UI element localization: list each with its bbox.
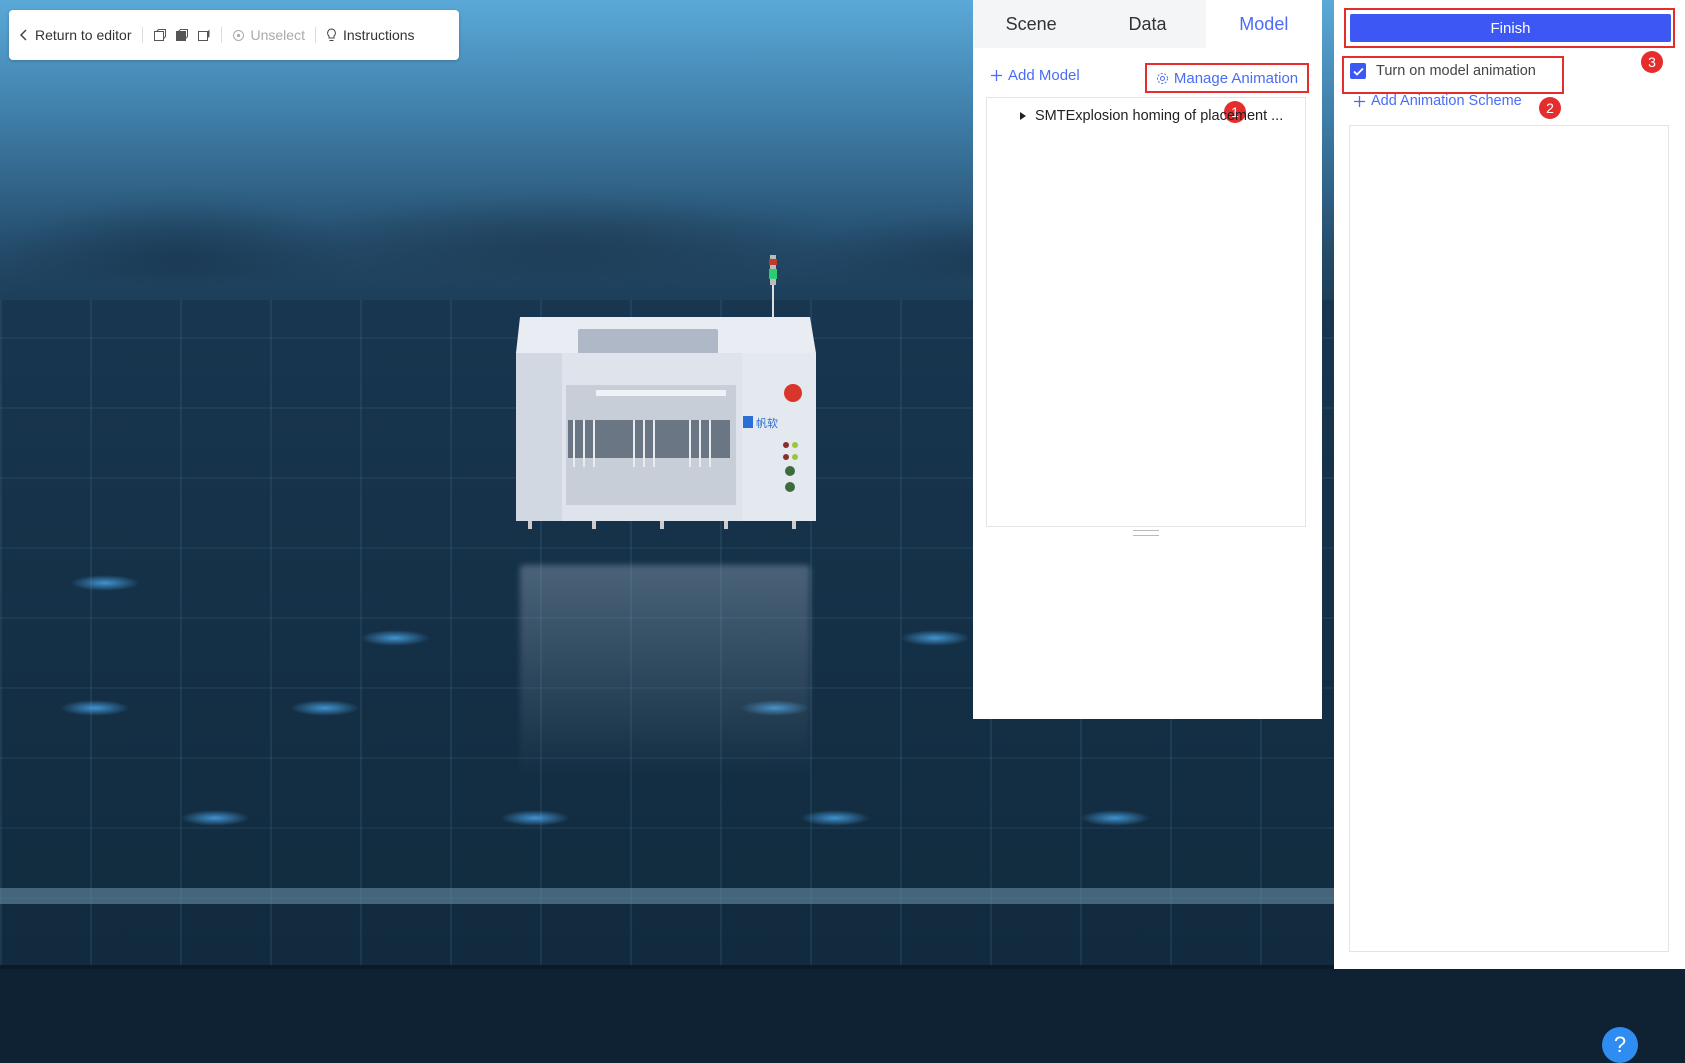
top-view-icon[interactable] — [175, 28, 189, 42]
floor-light — [500, 810, 570, 826]
add-animation-scheme-button[interactable]: Add Animation Scheme — [1354, 93, 1522, 109]
floor-light — [360, 630, 430, 646]
return-to-editor-button[interactable]: Return to editor — [9, 25, 142, 45]
instructions-button[interactable]: Instructions — [316, 25, 425, 45]
floor-light — [1080, 810, 1150, 826]
step-badge-3: 3 — [1641, 51, 1663, 73]
viewport-toolbar: Return to editor Unselect Instructions — [9, 10, 459, 60]
add-model-label: Add Model — [1008, 67, 1080, 84]
gear-icon — [1156, 72, 1168, 84]
machine-reflection — [520, 565, 810, 775]
unselect-button[interactable]: Unselect — [222, 25, 315, 45]
finish-button[interactable]: Finish — [1350, 14, 1671, 42]
check-icon — [1352, 67, 1364, 76]
unselect-label: Unselect — [250, 27, 305, 43]
scene-data-model-panel: Scene Data Model Add Model Manage Animat… — [973, 0, 1322, 719]
animation-scheme-list: ? — [1349, 125, 1669, 1063]
view-mode-group — [143, 28, 221, 42]
smt-machine-model[interactable]: 帆软 — [510, 255, 820, 570]
tree-item[interactable]: SMTExplosion homing of placement ... — [1019, 108, 1299, 124]
tab-data[interactable]: Data — [1089, 0, 1206, 48]
model-tree: SMTExplosion homing of placement ... — [986, 97, 1306, 527]
viewport-bottom-edge — [0, 965, 1334, 969]
step-badge-2: 2 — [1539, 97, 1561, 119]
floor-light — [290, 700, 360, 716]
instructions-label: Instructions — [342, 27, 415, 43]
floor-light — [180, 810, 250, 826]
manage-animation-button[interactable]: Manage Animation — [1145, 63, 1309, 93]
caret-right-icon[interactable] — [1019, 111, 1027, 121]
resize-handle[interactable] — [1133, 530, 1159, 536]
model-actions: Add Model Manage Animation — [973, 60, 1322, 93]
add-model-button[interactable]: Add Model — [991, 67, 1080, 84]
tree-item-label: SMTExplosion homing of placement ... — [1035, 108, 1284, 124]
floor-light — [60, 700, 130, 716]
svg-text:帆软: 帆软 — [756, 416, 778, 430]
help-button[interactable]: ? — [1602, 1027, 1638, 1063]
floor-rail — [0, 888, 1334, 904]
add-animation-scheme-label: Add Animation Scheme — [1371, 93, 1522, 109]
model-animation-toggle[interactable]: Turn on model animation — [1350, 63, 1536, 79]
floor-light — [800, 810, 870, 826]
lightbulb-icon — [327, 28, 336, 41]
panel-tabs: Scene Data Model — [973, 0, 1322, 48]
front-view-icon[interactable] — [153, 28, 167, 42]
model-animation-checkbox[interactable] — [1350, 63, 1366, 79]
model-animation-label: Turn on model animation — [1376, 63, 1536, 79]
side-view-icon[interactable] — [197, 28, 211, 42]
plus-icon — [1354, 95, 1365, 107]
manage-animation-label: Manage Animation — [1173, 69, 1299, 87]
unselect-icon — [232, 29, 244, 41]
tab-model[interactable]: Model — [1205, 0, 1322, 48]
tab-scene[interactable]: Scene — [973, 0, 1090, 48]
plus-icon — [991, 70, 1002, 81]
floor-light — [900, 630, 970, 646]
chevron-left-icon — [19, 29, 27, 41]
animation-panel: Finish 3 Turn on model animation Add Ani… — [1334, 0, 1685, 1063]
floor-light — [70, 575, 140, 591]
return-to-editor-label: Return to editor — [35, 27, 132, 43]
